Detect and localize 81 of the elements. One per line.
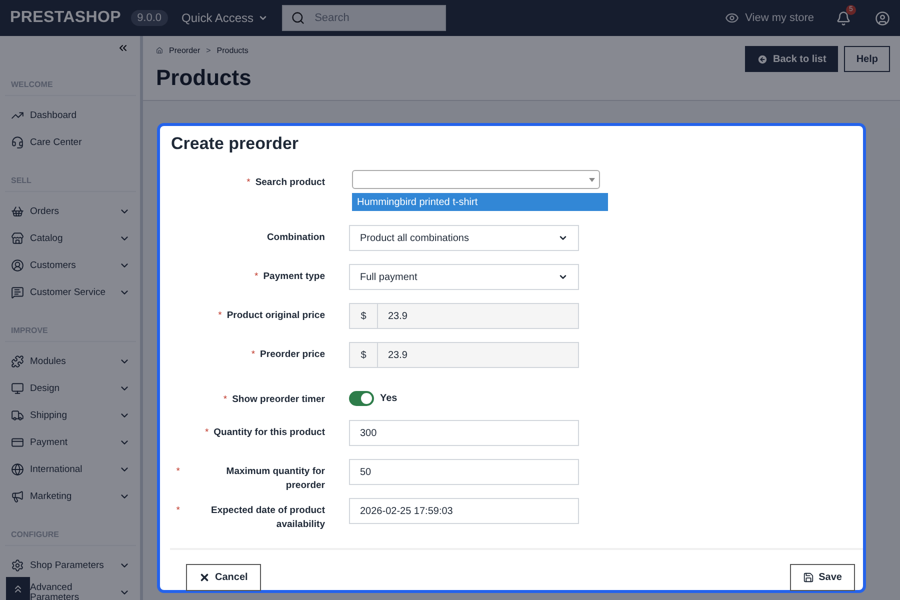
- headset-icon: [11, 136, 24, 149]
- required-mark: *: [251, 348, 256, 362]
- home-icon: [156, 47, 163, 54]
- sidebar-item[interactable]: Customers: [5, 252, 136, 279]
- toggle-switch[interactable]: [349, 391, 374, 406]
- collapse-icon[interactable]: [117, 42, 129, 54]
- field-label: Maximum quantity for preorder: [225, 465, 325, 493]
- required-mark: *: [204, 426, 209, 440]
- message-icon: [11, 286, 24, 299]
- field-label: Quantity for this product: [214, 426, 325, 440]
- gear-icon: [11, 559, 24, 572]
- logo: PRESTASHOP: [10, 9, 122, 27]
- input-field[interactable]: 300: [349, 420, 579, 446]
- input-field[interactable]: 50: [349, 459, 579, 485]
- sidebar-item[interactable]: Shop Parameters: [5, 552, 136, 579]
- caret-icon: [258, 13, 268, 23]
- sidebar-item[interactable]: Catalog: [5, 225, 136, 252]
- truck-icon: [11, 409, 24, 422]
- credit-card-icon: [11, 436, 24, 449]
- select-field[interactable]: Full payment: [349, 264, 579, 290]
- sidebar-item[interactable]: Orders: [5, 198, 136, 225]
- globe-icon: [11, 463, 24, 476]
- scroll-top-button[interactable]: [6, 577, 30, 600]
- sidebar-item[interactable]: Design: [5, 375, 136, 402]
- field-label: Payment type: [263, 270, 325, 284]
- sidebar-item[interactable]: Payment: [5, 429, 136, 456]
- caret-icon: [589, 178, 595, 182]
- arrow-left-icon: [756, 54, 768, 64]
- field-label: Preorder price: [260, 348, 325, 362]
- monitor-icon: [11, 382, 24, 395]
- sidebar-item[interactable]: Marketing: [5, 483, 136, 510]
- modal-title: Create preorder: [171, 134, 300, 154]
- field-label: Product original price: [226, 309, 325, 323]
- help-button[interactable]: Help: [844, 46, 890, 72]
- bell-icon[interactable]: [836, 10, 851, 26]
- required-mark: *: [254, 270, 258, 284]
- sidebar-item[interactable]: Care Center: [5, 129, 136, 156]
- chevron-down-icon: [558, 233, 568, 243]
- breadcrumb-separator: >: [206, 46, 211, 55]
- dropdown-option[interactable]: Hummingbird printed t-shirt: [352, 193, 608, 211]
- breadcrumb-link[interactable]: Products: [216, 46, 248, 55]
- version-badge: 9.0.0: [131, 10, 168, 26]
- field-label: Expected date of product availability: [210, 504, 325, 532]
- back-button[interactable]: Back to list: [744, 46, 838, 72]
- field-label: Combination: [266, 231, 325, 245]
- required-mark: *: [218, 309, 222, 323]
- price-field[interactable]: $ 23.9: [349, 303, 579, 329]
- store-icon: [11, 232, 24, 245]
- price-field[interactable]: $ 23.9: [349, 342, 579, 368]
- input-field[interactable]: 2026-02-25 17:59:03: [349, 498, 579, 524]
- breadcrumb-link[interactable]: Preorder: [169, 46, 200, 55]
- toggle-label: Yes: [380, 393, 398, 404]
- field-label: Show preorder timer: [232, 393, 325, 407]
- quick-access-menu[interactable]: Quick Access: [178, 11, 272, 25]
- select-field[interactable]: Product all combinations: [349, 225, 579, 251]
- field-label: Search product: [255, 176, 325, 190]
- cancel-button[interactable]: Cancel: [186, 564, 261, 591]
- required-mark: *: [223, 393, 228, 407]
- search-icon: [290, 11, 305, 25]
- sidebar-item[interactable]: Shipping: [5, 402, 136, 429]
- basket-icon: [11, 205, 24, 218]
- sidebar-item[interactable]: Advanced Parameters: [5, 579, 136, 600]
- sidebar-item[interactable]: International: [5, 456, 136, 483]
- puzzle-icon: [11, 355, 24, 368]
- sidebar-item[interactable]: Dashboard: [5, 102, 136, 129]
- chevron-down-icon: [558, 272, 568, 282]
- sidebar-item[interactable]: Customer Service: [5, 279, 136, 306]
- close-icon: [199, 572, 210, 583]
- search-field[interactable]: Search: [282, 5, 446, 31]
- required-mark: *: [246, 176, 250, 190]
- eye-icon: [725, 11, 740, 25]
- sidebar-item[interactable]: Modules: [5, 348, 136, 375]
- view-store-link[interactable]: View my store: [725, 11, 814, 25]
- double-chevron-up-icon: [12, 582, 24, 594]
- user-icon[interactable]: [875, 10, 890, 26]
- required-mark: *: [176, 504, 180, 518]
- user-icon: [11, 259, 24, 272]
- page-title: Products: [156, 65, 252, 91]
- save-button[interactable]: Save: [790, 564, 855, 591]
- required-mark: *: [176, 465, 180, 479]
- megaphone-icon: [11, 490, 24, 503]
